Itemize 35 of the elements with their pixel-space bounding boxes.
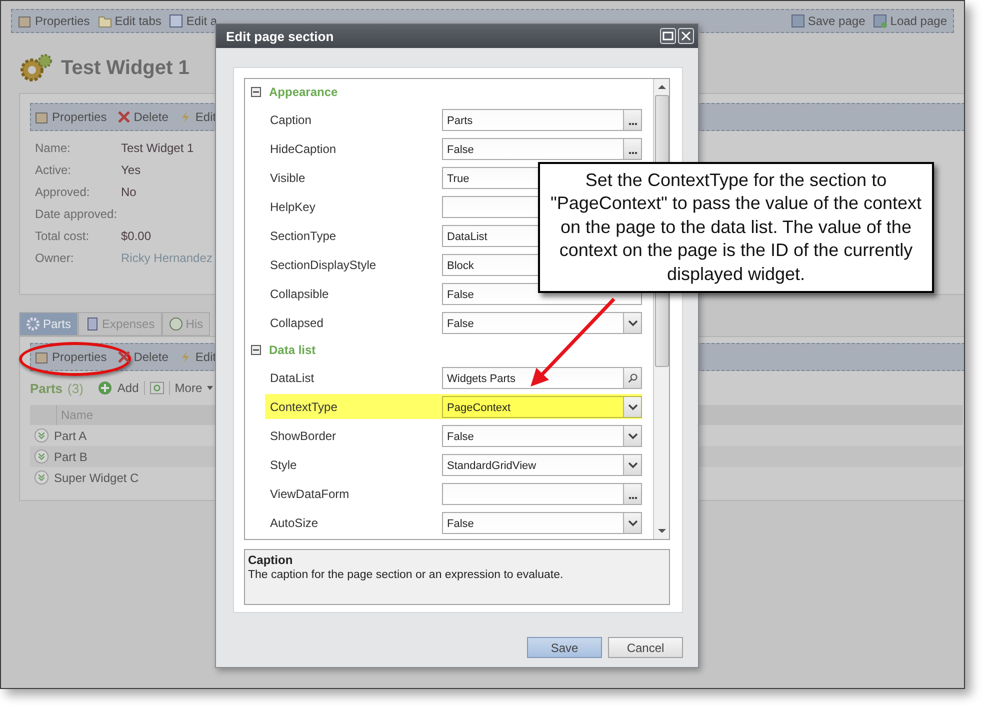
field-value: Test Widget 1 bbox=[121, 141, 194, 155]
help-title: Caption bbox=[248, 553, 294, 567]
field-value: Yes bbox=[121, 163, 141, 177]
property-label: Collapsed bbox=[269, 316, 324, 330]
property-label: ShowBorder bbox=[269, 428, 338, 442]
property-label: HideCaption bbox=[269, 142, 338, 156]
field-label: Owner: bbox=[35, 251, 75, 265]
property-label: SectionType bbox=[269, 228, 338, 242]
field-label: Active: bbox=[35, 163, 72, 177]
property-label: HelpKey bbox=[269, 200, 316, 214]
property-label: Visible bbox=[269, 170, 306, 184]
property-label: ContextType bbox=[269, 400, 338, 414]
table-cell: Super Widget C bbox=[54, 470, 139, 484]
category-heading: Appearance bbox=[269, 85, 338, 99]
property-label: Collapsible bbox=[269, 286, 330, 300]
table-cell: Part A bbox=[54, 428, 87, 442]
page-title: Test Widget 1 bbox=[61, 56, 190, 80]
field-label: Approved: bbox=[35, 185, 91, 199]
field-value: No bbox=[121, 185, 136, 199]
field-label: Name: bbox=[35, 141, 72, 155]
table-cell: Part B bbox=[54, 450, 88, 464]
field-value: $0.00 bbox=[121, 229, 152, 243]
list-title: Parts bbox=[30, 380, 63, 396]
dialog-title: Edit page section bbox=[226, 28, 334, 44]
property-label: AutoSize bbox=[269, 516, 320, 530]
property-label: Style bbox=[269, 458, 298, 472]
property-label: DataList bbox=[269, 370, 316, 384]
field-label: Total cost: bbox=[35, 229, 90, 243]
category-heading: Data list bbox=[269, 343, 316, 357]
property-label: ViewDataForm bbox=[269, 486, 350, 500]
list-count: (3) bbox=[68, 380, 84, 396]
help-text: The caption for the page section or an expression to evaluate. bbox=[248, 569, 564, 581]
field-label: Date approved: bbox=[35, 207, 118, 221]
property-label: SectionDisplayStyle bbox=[269, 258, 378, 272]
property-label: Caption bbox=[269, 112, 312, 126]
